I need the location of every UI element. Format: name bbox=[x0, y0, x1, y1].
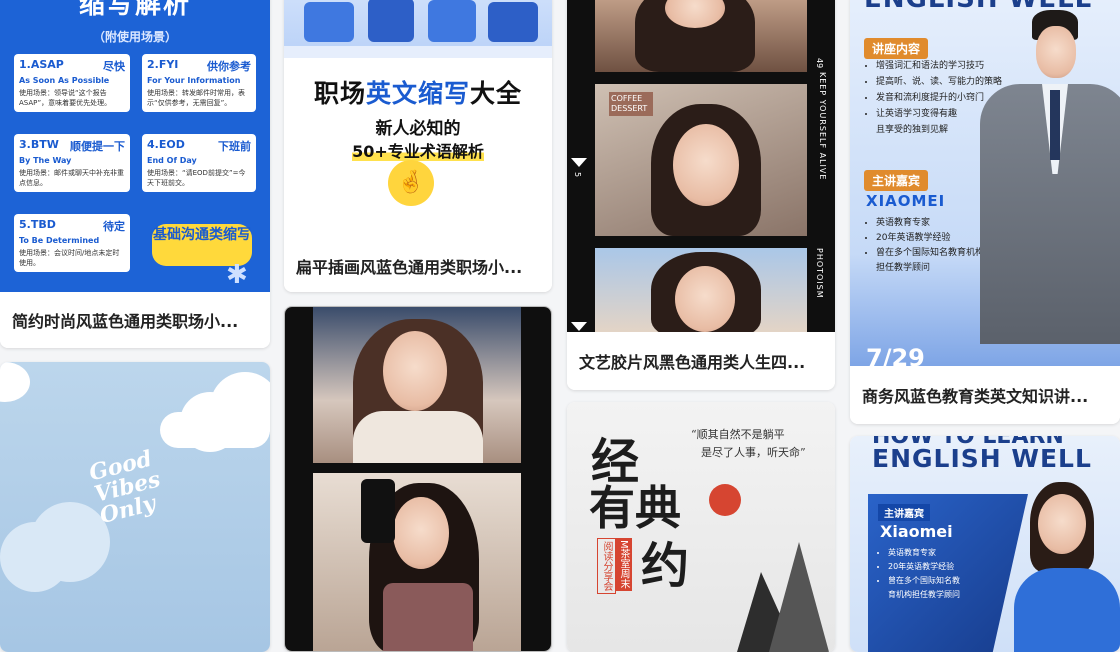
card-thumbnail[interactable] bbox=[285, 307, 551, 651]
date-text: 7/29 bbox=[866, 344, 925, 366]
card-thumbnail[interactable]: 缩写解析 （附使用场景） 1.ASAP 尽快 As Soon As Possibl… bbox=[0, 0, 270, 292]
poster-line: 新人必知的 bbox=[375, 119, 461, 139]
card-thumbnail[interactable]: COFFEE DESSERT KEEP YOURSELF ALIVE 49 5 … bbox=[567, 0, 835, 332]
cloud-shape bbox=[0, 362, 30, 402]
film-number: 5 bbox=[573, 172, 582, 178]
template-card[interactable]: COFFEE DESSERT KEEP YOURSELF ALIVE 49 5 … bbox=[567, 0, 835, 390]
poster-heading: ENGLISH WELL bbox=[872, 444, 1092, 473]
speaker-photo bbox=[980, 10, 1120, 344]
card-thumbnail[interactable]: 职场英文缩写大全 新人必知的 50+专业术语解析 🤞 bbox=[284, 0, 552, 240]
poster-heading: 职场英文缩写大全 bbox=[313, 79, 523, 108]
card-title[interactable]: 文艺胶片风黑色通用类人生四... bbox=[567, 332, 835, 390]
highlight-line: 50+专业术语解析 bbox=[352, 142, 484, 161]
film-photo bbox=[595, 248, 807, 332]
poster-heading: 缩写解析 bbox=[78, 0, 191, 20]
speaker-photo bbox=[1008, 482, 1120, 652]
poster-slogan: Good Vibes Only bbox=[86, 445, 163, 530]
red-sun bbox=[709, 484, 741, 516]
template-card[interactable]: 经 有典 约 “顺其自然不是躺平 是尽了人事，听天命” 阅读分享会 M茶室周末 bbox=[567, 402, 835, 652]
film-text: PHOTOISM bbox=[815, 248, 824, 299]
poster-subheading: （附使用场景） bbox=[92, 30, 177, 44]
poster-quote: “顺其自然不是躺平 是尽了人事，听天命” bbox=[691, 428, 806, 459]
template-card[interactable]: 缩写解析 （附使用场景） 1.ASAP 尽快 As Soon As Possibl… bbox=[0, 0, 270, 348]
speaker-name: XIAOMEI bbox=[866, 192, 946, 210]
cloud-shape bbox=[160, 372, 270, 452]
template-card[interactable] bbox=[284, 306, 552, 652]
film-number: 49 bbox=[815, 58, 824, 69]
card-thumbnail[interactable]: HOW TO LEARN ENGLISH WELL 主讲嘉宾 Xiaomei 英… bbox=[850, 436, 1120, 652]
emoji-icon: 🤞 bbox=[388, 160, 434, 206]
vertical-tag: M茶室周末 bbox=[615, 538, 632, 591]
triangle-icon bbox=[571, 322, 587, 331]
photo-strip bbox=[313, 307, 521, 463]
section-label: 主讲嘉宾 bbox=[864, 170, 929, 191]
card-title[interactable]: 简约时尚风蓝色通用类职场小... bbox=[0, 292, 270, 348]
abbr-card: 4.EOD 下班前 End Of Day 使用场景：“请EOD前提交”=今天下班前… bbox=[142, 134, 256, 192]
card-thumbnail[interactable]: ENGLISH WELL 讲座内容 增强词汇和语法的学习技巧 提高听、说、读、写… bbox=[850, 0, 1120, 366]
card-title[interactable]: 商务风蓝色教育类英文知识讲... bbox=[850, 366, 1120, 424]
film-photo: COFFEE DESSERT bbox=[595, 84, 807, 236]
ink-mountain bbox=[717, 532, 835, 652]
office-illustration bbox=[284, 0, 552, 58]
speaker-bio: 英语教育专家 20年英语教学经验 曾在多个国际知名教育机构 担任教学顾问 bbox=[864, 216, 984, 276]
film-text: KEEP YOURSELF ALIVE bbox=[818, 72, 827, 181]
abbr-card: 1.ASAP 尽快 As Soon As Possible 使用场景：领导说“这个… bbox=[14, 54, 130, 112]
snowflake-icon: ✱ bbox=[226, 260, 248, 290]
template-card[interactable]: HOW TO LEARN ENGLISH WELL 主讲嘉宾 Xiaomei 英… bbox=[850, 436, 1120, 652]
triangle-icon bbox=[571, 158, 587, 167]
cafe-sign: COFFEE DESSERT bbox=[609, 92, 653, 116]
film-photo bbox=[595, 0, 807, 72]
template-card[interactable]: ENGLISH WELL 讲座内容 增强词汇和语法的学习技巧 提高听、说、读、写… bbox=[850, 0, 1120, 424]
section-label: 讲座内容 bbox=[864, 38, 929, 59]
card-thumbnail[interactable]: 经 有典 约 “顺其自然不是躺平 是尽了人事，听天命” 阅读分享会 M茶室周末 bbox=[567, 402, 835, 652]
speaker-name: Xiaomei bbox=[880, 522, 953, 541]
abbr-card: 3.BTW 顺便提一下 By The Way 使用场景：邮件或聊天中补充非重点信息… bbox=[14, 134, 130, 192]
poster-glyph: 约 bbox=[641, 538, 690, 594]
card-thumbnail[interactable]: Good Vibes Only bbox=[0, 362, 270, 652]
phone-icon bbox=[361, 479, 395, 543]
section-label: 主讲嘉宾 bbox=[878, 504, 930, 521]
card-title[interactable]: 扁平插画风蓝色通用类职场小... bbox=[284, 240, 552, 292]
photo-strip bbox=[313, 473, 521, 651]
abbr-card: 2.FYI 供你参考 For Your Information 使用场景：转发邮件… bbox=[142, 54, 256, 112]
vertical-tag: 阅读分享会 bbox=[597, 538, 616, 594]
abbr-card: 5.TBD 待定 To Be Determined 使用场景：会议时间/地点未定时… bbox=[14, 214, 130, 272]
cloud-shape bbox=[0, 502, 110, 592]
template-card[interactable]: Good Vibes Only bbox=[0, 362, 270, 652]
speaker-bio: 英语教育专家 20年英语教学经验 曾在多个国际知名教 育机构担任教学顾问 bbox=[876, 546, 960, 602]
template-card[interactable]: 职场英文缩写大全 新人必知的 50+专业术语解析 🤞 扁平插画风蓝色通用类职场小… bbox=[284, 0, 552, 292]
